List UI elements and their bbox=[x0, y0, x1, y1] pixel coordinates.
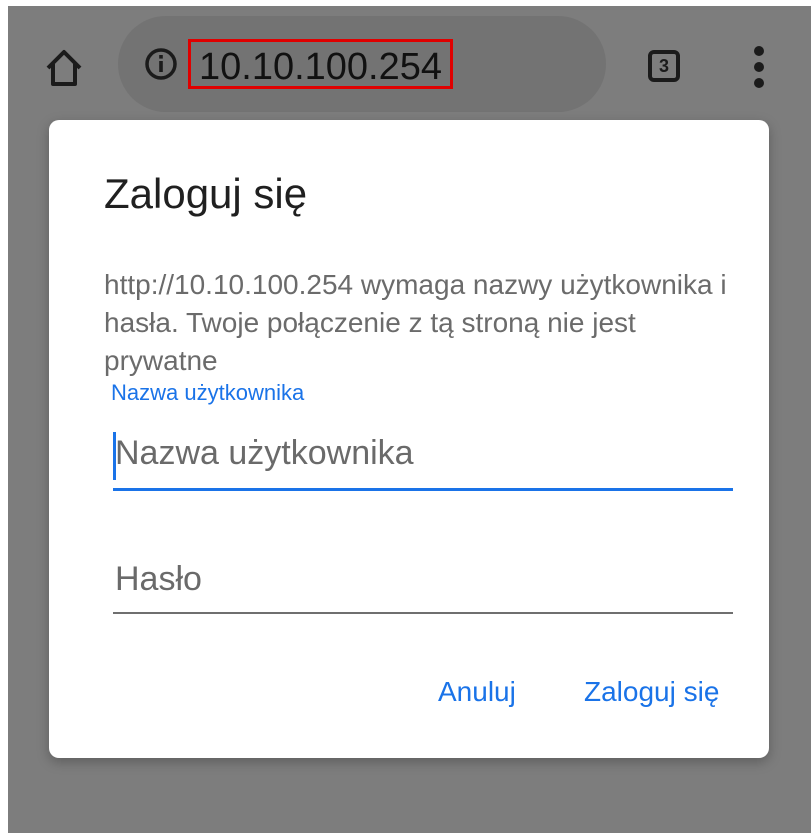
password-input[interactable]: Hasło bbox=[113, 552, 733, 614]
dialog-title: Zaloguj się bbox=[104, 170, 308, 217]
tabs-icon[interactable]: 3 bbox=[648, 50, 680, 82]
dialog-message: http://10.10.100.254 wymaga nazwy użytko… bbox=[104, 269, 727, 376]
browser-toolbar: 10.10.100.254 3 bbox=[8, 6, 811, 126]
more-vert-icon[interactable] bbox=[746, 46, 772, 88]
url-text[interactable]: 10.10.100.254 bbox=[188, 39, 454, 89]
address-bar[interactable]: 10.10.100.254 bbox=[118, 16, 606, 112]
info-icon[interactable] bbox=[144, 47, 178, 81]
password-placeholder: Hasło bbox=[115, 560, 202, 598]
username-placeholder: Nazwa użytkownika bbox=[115, 434, 414, 472]
cancel-button[interactable]: Anuluj bbox=[438, 676, 516, 708]
login-dialog: Zaloguj się http://10.10.100.254 wymaga … bbox=[49, 120, 769, 758]
username-label: Nazwa użytkownika bbox=[111, 380, 305, 405]
browser-screen: 10.10.100.254 3 Zaloguj się http://10.10… bbox=[8, 6, 811, 833]
login-button[interactable]: Zaloguj się bbox=[584, 676, 719, 708]
home-button[interactable] bbox=[44, 48, 84, 88]
home-icon bbox=[46, 50, 82, 86]
username-input[interactable]: Nazwa użytkownika bbox=[113, 426, 733, 491]
